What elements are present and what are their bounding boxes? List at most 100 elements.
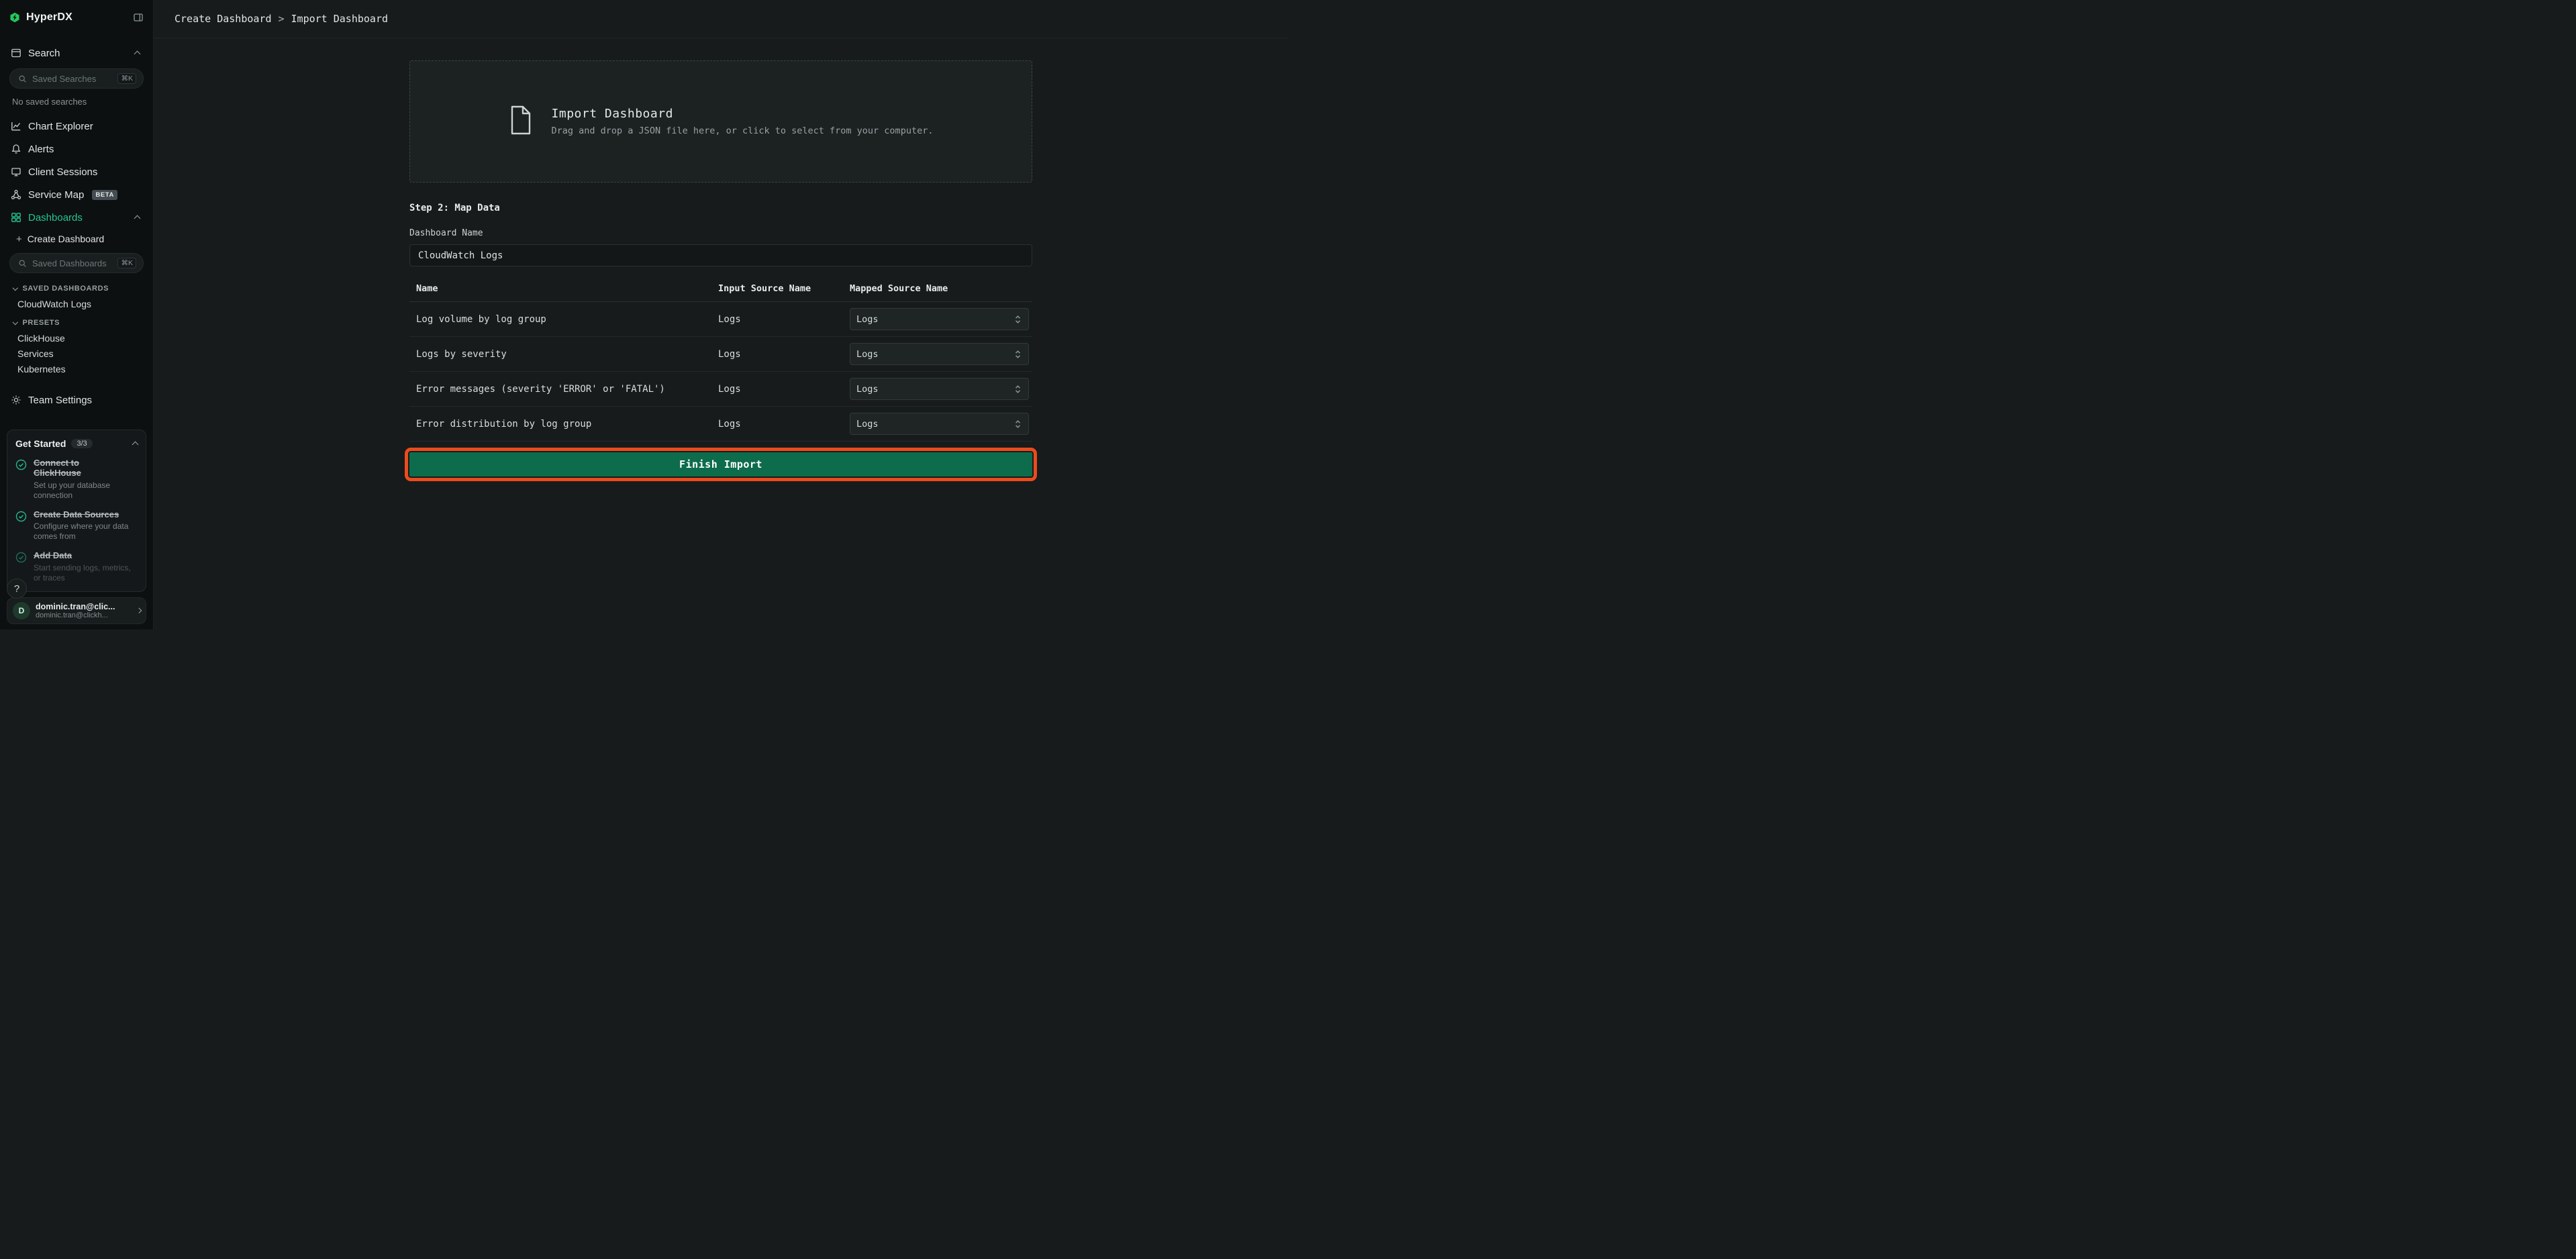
saved-dashboards-group-toggle[interactable]: SAVED DASHBOARDS [8,281,145,296]
sidebar-item-search[interactable]: Search [8,42,145,64]
table-row: Logs by severity Logs Logs [409,337,1032,372]
sidebar-item-chart-explorer[interactable]: Chart Explorer [8,115,145,138]
get-started-step-sources[interactable]: Create Data Sources Configure where your… [15,509,138,542]
chart-icon [11,121,21,132]
table-header-row: Name Input Source Name Mapped Source Nam… [409,276,1032,302]
sidebar-item-team-settings[interactable]: Team Settings [8,389,145,411]
mapped-source-select[interactable]: Logs [850,378,1029,400]
input-source-name: Logs [718,419,850,430]
chevron-up-icon [132,441,139,448]
breadcrumb-import-dashboard[interactable]: Import Dashboard [291,13,389,25]
nav-label: Dashboards [28,212,83,223]
dashboard-name-label: Dashboard Name [409,228,1032,238]
dropzone-title: Import Dashboard [552,107,934,121]
collapse-sidebar-button[interactable] [133,12,144,23]
chevron-down-icon [13,319,18,325]
mapped-source-select[interactable]: Logs [850,343,1029,365]
get-started-header[interactable]: Get Started 3/3 [15,438,138,449]
finish-import-highlight: Finish Import [409,452,1032,476]
breadcrumb: Create Dashboard > Import Dashboard [175,13,388,25]
group-label-text: PRESETS [23,319,60,327]
hyperdx-logo-icon [9,11,20,23]
chevron-up-icon [134,215,141,222]
plus-icon: + [16,234,22,244]
mapped-source-value: Logs [856,384,879,395]
sidebar: HyperDX Search Saved Searches ⌘K No save… [0,0,154,630]
column-header-mapped-source: Mapped Source Name [850,283,1032,294]
import-dropzone[interactable]: Import Dashboard Drag and drop a JSON fi… [409,60,1032,183]
mapped-source-value: Logs [856,349,879,360]
dropzone-subtitle: Drag and drop a JSON file here, or click… [552,125,934,136]
bell-icon [11,144,21,154]
check-circle-icon [15,459,27,501]
create-dashboard-button[interactable]: + Create Dashboard [8,229,145,249]
saved-dashboards-placeholder: Saved Dashboards [32,258,113,268]
content: Import Dashboard Drag and drop a JSON fi… [154,38,1288,630]
sidebar-item-dashboards[interactable]: Dashboards [8,206,145,229]
sidebar-item-services[interactable]: Services [8,346,145,361]
get-started-step-add-data[interactable]: Add Data Start sending logs, metrics, or… [15,550,138,583]
select-chevrons-icon [1013,419,1022,429]
create-dashboard-label: Create Dashboard [28,234,104,244]
search-icon [17,259,28,268]
get-started-step-connect[interactable]: Connect to ClickHouse Set up your databa… [15,458,138,501]
mapping-table: Name Input Source Name Mapped Source Nam… [409,276,1032,442]
presets-group-toggle[interactable]: PRESETS [8,315,145,330]
chevron-right-icon [136,608,141,613]
chart-name: Log volume by log group [416,314,718,325]
saved-searches-input[interactable]: Saved Searches ⌘K [9,68,144,89]
table-row: Error messages (severity 'ERROR' or 'FAT… [409,372,1032,407]
finish-import-button[interactable]: Finish Import [409,452,1032,476]
sidebar-item-clickhouse[interactable]: ClickHouse [8,330,145,346]
sidebar-item-kubernetes[interactable]: Kubernetes [8,361,145,376]
brand-name: HyperDX [26,11,127,23]
help-button[interactable]: ? [7,578,27,599]
user-menu[interactable]: D dominic.tran@clic... dominic.tran@clic… [7,597,146,624]
chart-name: Error distribution by log group [416,419,718,430]
chevron-down-icon [13,285,18,291]
mapped-source-value: Logs [856,314,879,325]
dropzone-text: Import Dashboard Drag and drop a JSON fi… [552,107,934,136]
nav-list: Chart Explorer Alerts Client Sessions Se… [8,115,145,229]
column-header-name: Name [416,283,718,294]
get-started-progress-badge: 3/3 [71,439,92,448]
step-subtitle: Start sending logs, metrics, or traces [34,563,134,583]
service-map-icon [11,189,21,200]
search-section-label: Search [28,48,128,59]
check-circle-icon [15,511,27,542]
nav-label: Team Settings [28,395,92,406]
mapped-source-select[interactable]: Logs [850,413,1029,435]
breadcrumb-create-dashboard[interactable]: Create Dashboard [175,13,272,25]
input-source-name: Logs [718,314,850,325]
sidebar-item-cloudwatch-logs[interactable]: CloudWatch Logs [8,296,145,311]
mapped-source-select[interactable]: Logs [850,308,1029,330]
step-title: Create Data Sources [34,509,121,520]
sidebar-item-alerts[interactable]: Alerts [8,138,145,160]
main-area: Create Dashboard > Import Dashboard Impo… [154,0,1288,630]
sidebar-bottom: Get Started 3/3 Connect to ClickHouse Se… [0,430,153,630]
step-title: Add Data [34,550,121,561]
nav-label: Service Map [28,189,84,201]
column-header-input-source: Input Source Name [718,283,850,294]
step-2-title: Step 2: Map Data [409,203,1032,213]
chart-name: Error messages (severity 'ERROR' or 'FAT… [416,384,718,395]
nav-label: Chart Explorer [28,121,93,132]
breadcrumb-separator: > [279,13,285,25]
sidebar-item-service-map[interactable]: Service Map BETA [8,183,145,206]
chart-name: Logs by severity [416,349,718,360]
step-title: Connect to ClickHouse [34,458,121,479]
beta-badge: BETA [92,190,117,200]
table-row: Error distribution by log group Logs Log… [409,407,1032,442]
sidebar-item-client-sessions[interactable]: Client Sessions [8,160,145,183]
no-saved-searches-text: No saved searches [12,97,141,107]
get-started-title: Get Started [15,438,66,449]
search-icon [17,74,28,83]
gear-icon [11,395,21,405]
avatar: D [13,602,30,619]
dashboards-grid-icon [11,212,21,223]
dashboard-name-input[interactable] [409,244,1032,266]
select-chevrons-icon [1013,315,1022,324]
saved-dashboards-input[interactable]: Saved Dashboards ⌘K [9,253,144,273]
step-subtitle: Configure where your data comes from [34,521,134,542]
nav-label: Alerts [28,144,54,155]
